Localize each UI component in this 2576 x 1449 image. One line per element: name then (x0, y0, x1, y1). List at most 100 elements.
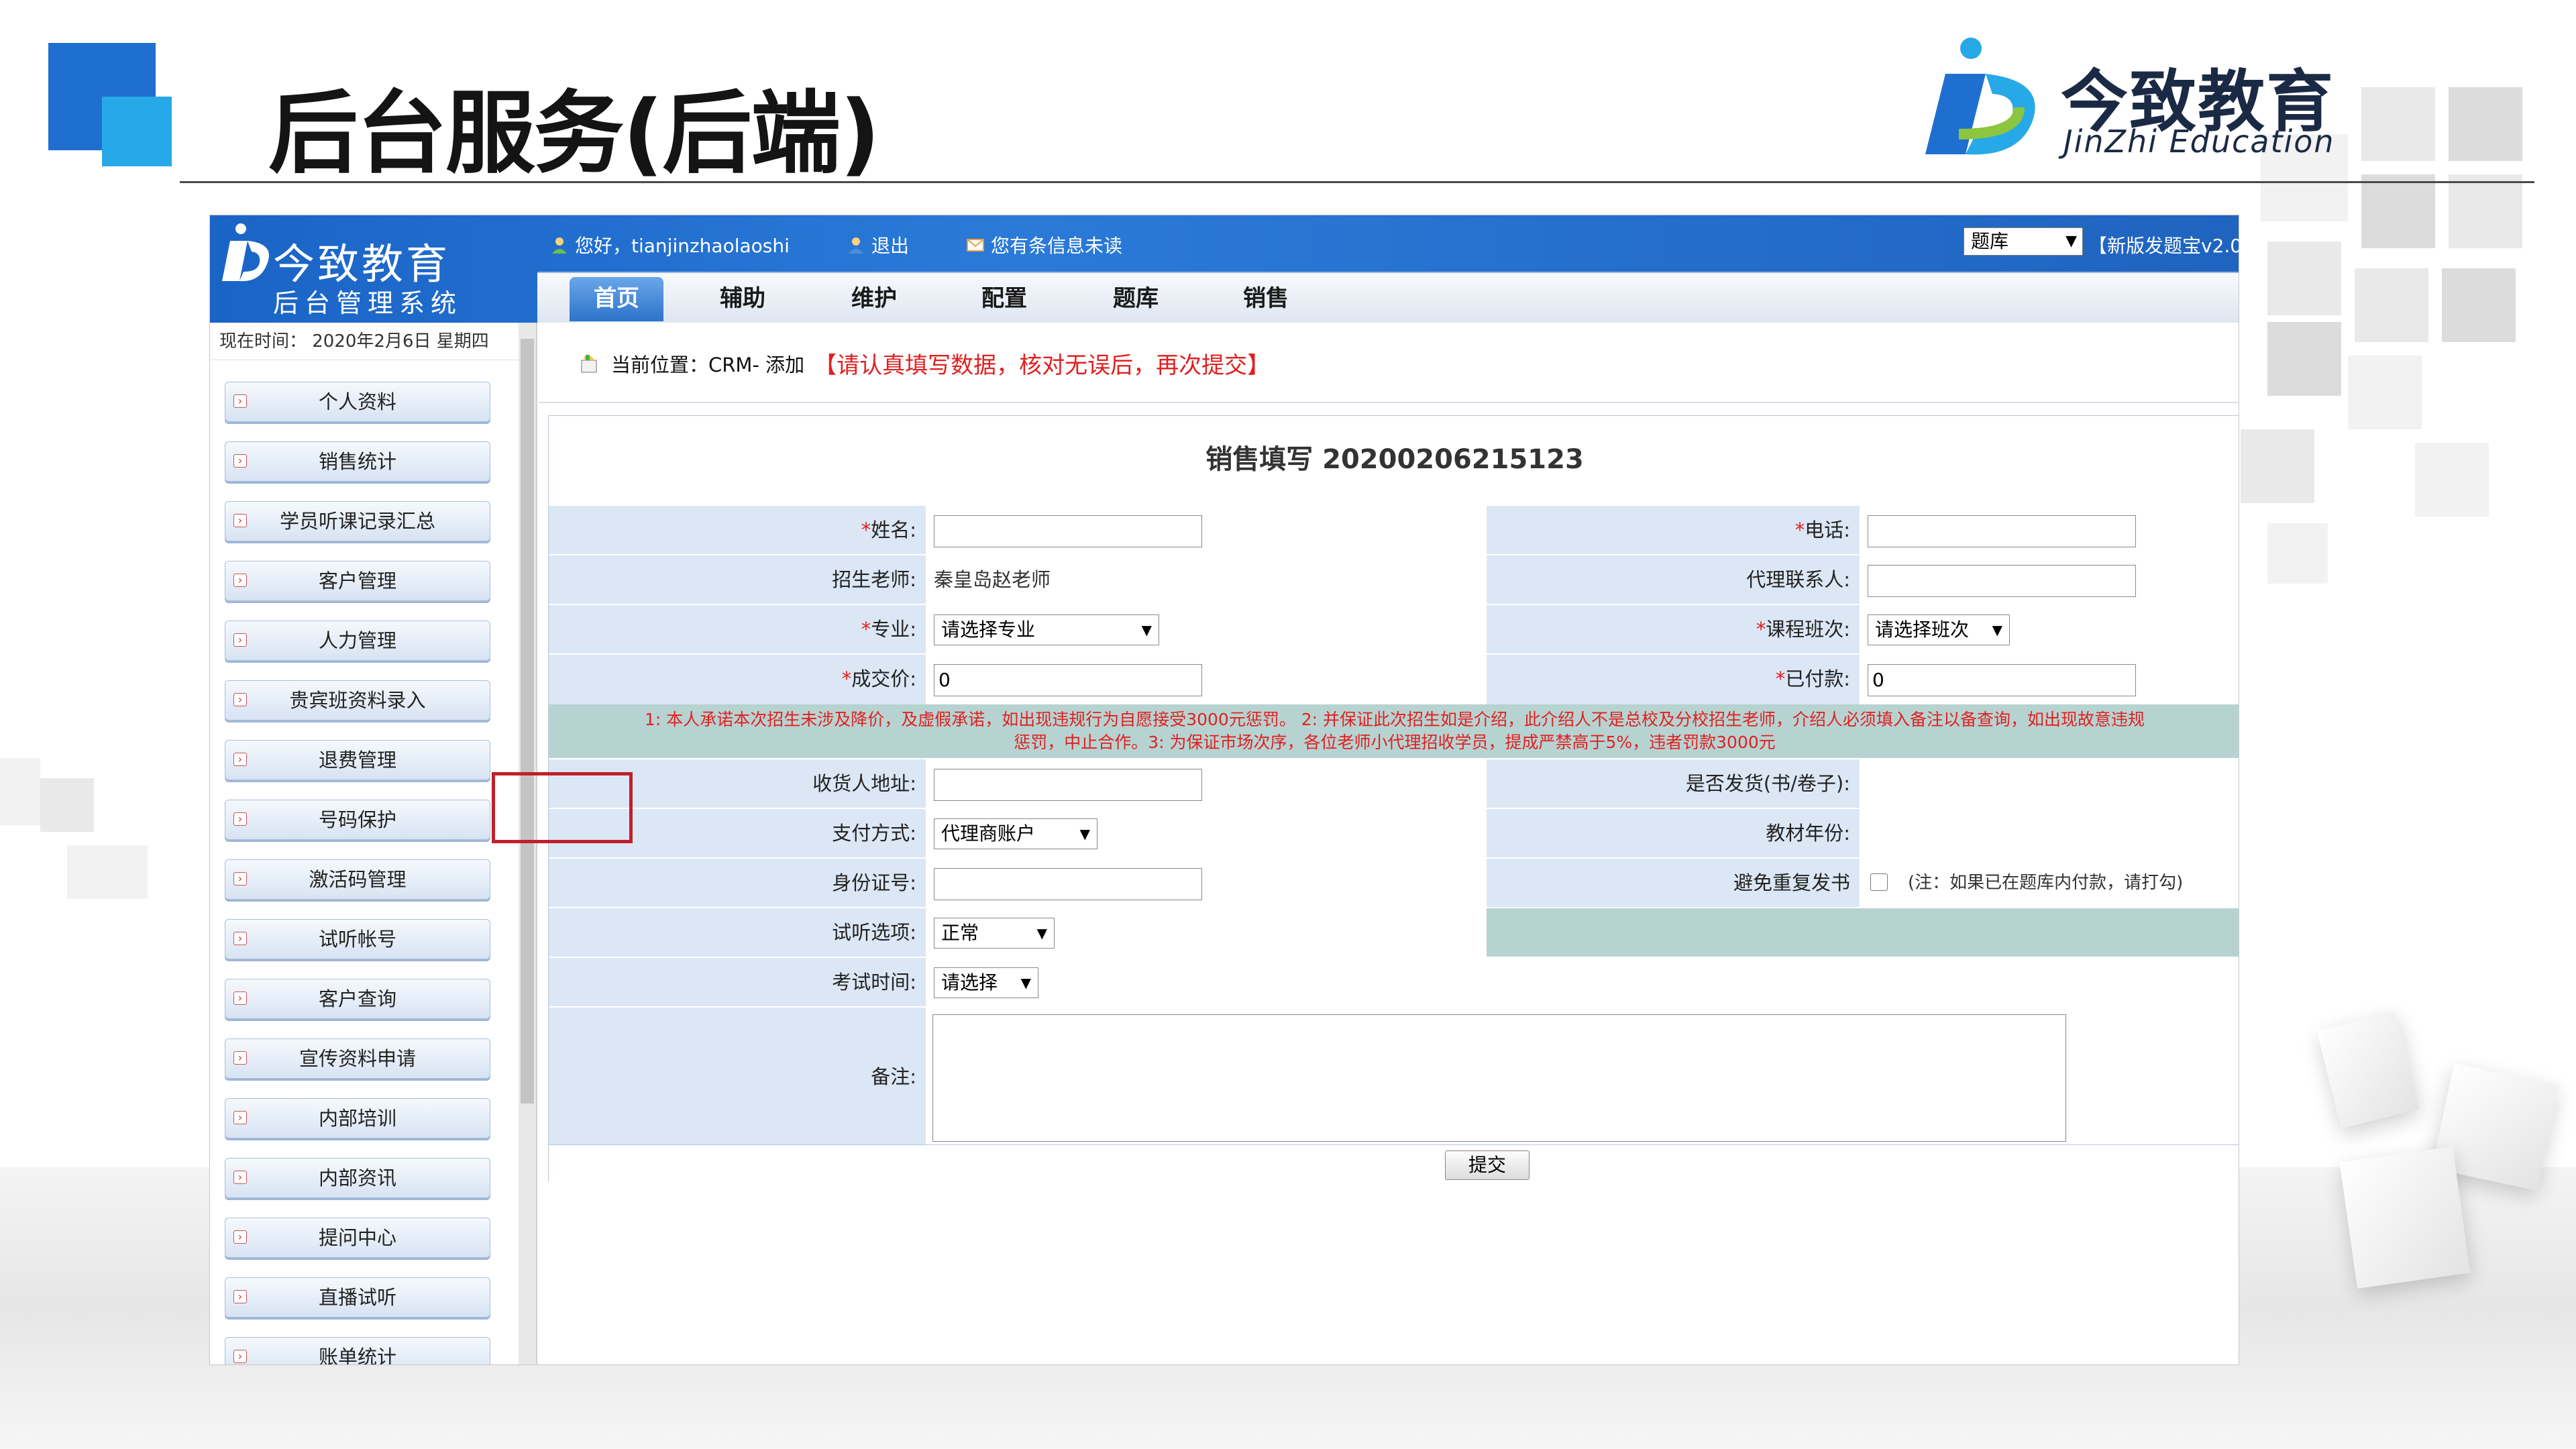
logout-link[interactable]: 退出 (847, 231, 909, 258)
sidebar-item-label: 账单统计 (318, 1346, 396, 1365)
submit-row: 提交 (549, 1144, 2239, 1183)
app-logo-title: 今致教育 (273, 239, 451, 288)
sidebar-item-trial-account[interactable]: › 试听帐号 (225, 919, 490, 959)
arrow-right-icon: › (233, 1290, 247, 1303)
name-input[interactable] (934, 515, 1202, 547)
id-input[interactable] (934, 868, 1202, 900)
agent-input[interactable] (1868, 565, 2136, 597)
deco-square (2361, 87, 2435, 161)
sidebar-item-label: 客户查询 (318, 987, 396, 1010)
sales-form: 销售填写 20200206215123 *姓名: *电话: 招生老师: 秦皇岛赵… (548, 415, 2239, 1183)
label-text: 专业: (871, 618, 916, 641)
sidebar-item-class-records[interactable]: › 学员听课记录汇总 (225, 501, 490, 541)
sidebar-item-question-center[interactable]: › 提问中心 (225, 1218, 490, 1258)
exam-select[interactable]: 请选择 ▼ (934, 967, 1038, 998)
empty-cell (1487, 908, 2239, 958)
deco-square (0, 758, 40, 825)
logout-icon (849, 237, 863, 254)
form-title: 销售填写 20200206215123 (1205, 444, 1584, 475)
sidebar-item-label: 贵宾班资料录入 (289, 689, 426, 712)
sidebar-item-label: 号码保护 (318, 808, 396, 831)
sidebar-item-customer-query[interactable]: › 客户查询 (225, 979, 490, 1019)
sidebar-item-label: 人力管理 (318, 629, 396, 652)
paid-input[interactable]: 0 (1868, 664, 2136, 696)
sidebar-item-sales-stats[interactable]: › 销售统计 (225, 441, 490, 482)
scrollbar-thumb[interactable] (521, 339, 534, 1104)
tab-tiku[interactable]: 题库 (1089, 277, 1183, 321)
arrow-right-icon: › (233, 872, 247, 885)
tab-maintain[interactable]: 维护 (827, 277, 921, 321)
sidebar-item-activation-code[interactable]: › 激活码管理 (225, 859, 490, 900)
messages-link[interactable]: 您有条信息未读 (967, 231, 1122, 258)
sidebar-item-live-trial[interactable]: › 直播试听 (225, 1277, 490, 1318)
jinzhi-logo-icon (1925, 38, 2035, 155)
form-row: 试听选项: 正常 ▼ (549, 907, 2239, 958)
sidebar-item-refund[interactable]: › 退费管理 (225, 740, 490, 780)
required-mark: * (861, 519, 871, 541)
teacher-label: 招生老师: (549, 555, 927, 605)
arrow-right-icon: › (233, 1350, 247, 1363)
dropdown-arrow-icon: ▼ (1020, 975, 1031, 991)
class-select[interactable]: 请选择班次 ▼ (1868, 614, 2010, 645)
major-select[interactable]: 请选择专业 ▼ (934, 614, 1159, 645)
sidebar-item-promo-request[interactable]: › 宣传资料申请 (225, 1038, 490, 1079)
select-value: 请选择班次 (1875, 619, 1970, 641)
trial-select[interactable]: 正常 ▼ (934, 918, 1055, 949)
sidebar-item-label: 销售统计 (318, 450, 396, 473)
price-label: *成交价: (549, 655, 927, 704)
main-content: 当前位置：CRM- 添加 【请认真填写数据，核对无误后，再次提交】 销售填写 2… (539, 323, 2239, 1364)
arrow-right-icon: › (233, 633, 247, 647)
tab-config[interactable]: 配置 (957, 277, 1051, 321)
select-value: 代理商账户 (941, 822, 1036, 845)
trial-label: 试听选项: (549, 908, 927, 958)
paid-cell: 0 (1861, 655, 2239, 704)
tiku-select[interactable]: 题库 ▼ (1964, 227, 2083, 256)
year-cell (1861, 809, 2239, 859)
deco-square (2267, 241, 2341, 315)
dropdown-arrow-icon: ▼ (1079, 826, 1090, 842)
sidebar-scrollbar[interactable] (519, 323, 536, 1364)
tab-home[interactable]: 首页 (570, 277, 663, 321)
sidebar-item-label: 宣传资料申请 (299, 1047, 416, 1070)
breadcrumb-warning: 【请认真填写数据，核对无误后，再次提交】 (814, 352, 1271, 379)
deco-cube (2316, 1011, 2420, 1129)
sidebar-item-internal-training[interactable]: › 内部培训 (225, 1098, 490, 1138)
deco-square (40, 778, 94, 832)
deco-square (67, 845, 148, 899)
breadcrumb-location: 当前位置：CRM- 添加 (611, 353, 805, 376)
sidebar-item-hr[interactable]: › 人力管理 (225, 621, 490, 661)
sidebar-item-billing-stats[interactable]: › 账单统计 (225, 1337, 490, 1365)
sidebar-item-profile[interactable]: › 个人资料 (225, 382, 490, 422)
submit-button[interactable]: 提交 (1445, 1150, 1529, 1180)
form-row: 身份证号: 避免重复发书 (注：如果已在题库内付款，请打勾) (549, 857, 2239, 908)
sidebar-item-number-protect[interactable]: › 号码保护 (225, 800, 490, 840)
logout-text: 退出 (871, 235, 910, 257)
teacher-value: 秦皇岛赵老师 (927, 555, 1487, 605)
name-label: *姓名: (549, 506, 927, 555)
sidebar-item-vip-entry[interactable]: › 贵宾班资料录入 (225, 680, 490, 720)
greeting: 您好，tianjinzhaolaoshi (551, 231, 790, 258)
deco-square (2449, 174, 2522, 248)
agent-cell (1861, 555, 2239, 605)
app-screenshot: 今致教育 后台管理系统 您好，tianjinzhaolaoshi 退出 您有条信… (209, 215, 2239, 1365)
sidebar-item-label: 学员听课记录汇总 (279, 510, 435, 533)
fatibao-link[interactable]: 【新版发题宝v2.0 (2088, 231, 2239, 258)
tab-sales[interactable]: 销售 (1219, 277, 1313, 321)
price-input[interactable]: 0 (934, 664, 1202, 696)
phone-input[interactable] (1868, 515, 2136, 547)
required-mark: * (1756, 618, 1766, 641)
highlight-annotation (492, 772, 633, 843)
required-mark: * (861, 618, 871, 641)
remark-label: 备注: (549, 1008, 927, 1146)
arrow-right-icon: › (233, 991, 247, 1005)
sidebar-item-internal-news[interactable]: › 内部资讯 (225, 1158, 490, 1198)
arrow-right-icon: › (233, 812, 247, 826)
app-header: 今致教育 后台管理系统 您好，tianjinzhaolaoshi 退出 您有条信… (210, 215, 2239, 323)
tab-assist[interactable]: 辅助 (696, 277, 790, 321)
address-input[interactable] (934, 769, 1202, 801)
dup-checkbox[interactable] (1870, 873, 1888, 891)
remark-textarea[interactable] (932, 1014, 2066, 1142)
pay-select[interactable]: 代理商账户 ▼ (934, 818, 1097, 849)
sidebar-item-customer-mgmt[interactable]: › 客户管理 (225, 561, 490, 601)
deco-square (2348, 356, 2422, 429)
